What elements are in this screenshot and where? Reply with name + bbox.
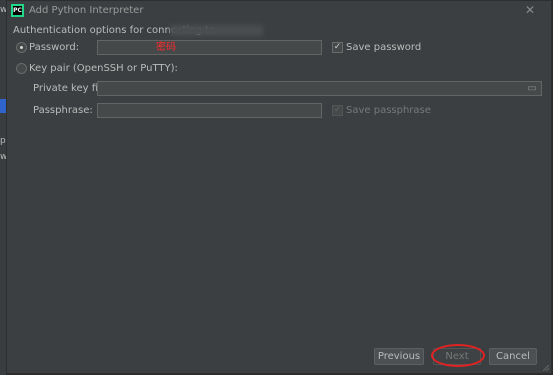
private-key-field[interactable]: ▭	[97, 81, 542, 96]
save-passphrase-label: Save passphrase	[346, 105, 431, 116]
password-field-annotation: 密码	[156, 42, 176, 53]
password-radio[interactable]	[16, 42, 27, 53]
window-title: Add Python Interpreter	[29, 5, 144, 16]
pycharm-icon: PC	[11, 4, 24, 17]
resize-grip-icon[interactable]	[543, 365, 549, 371]
close-icon[interactable]: ✕	[523, 3, 537, 17]
redacted-host	[170, 25, 263, 36]
add-python-interpreter-dialog: PC Add Python Interpreter ✕ Authenticati…	[6, 0, 552, 374]
key-pair-radio[interactable]	[16, 63, 27, 74]
next-button[interactable]: Next	[433, 348, 481, 365]
password-field[interactable]: 密码	[97, 40, 322, 55]
password-label: Password:	[29, 42, 80, 53]
screen: w p w PC Add Python Interpreter ✕ Authen…	[0, 0, 553, 375]
passphrase-field[interactable]	[97, 103, 322, 118]
key-pair-label: Key pair (OpenSSH or PuTTY):	[29, 63, 178, 74]
cancel-button[interactable]: Cancel	[489, 348, 537, 365]
save-password-label: Save password	[346, 42, 422, 53]
passphrase-label: Passphrase:	[33, 105, 93, 116]
folder-icon[interactable]: ▭	[526, 83, 538, 94]
save-password-checkbox[interactable]: ✓	[332, 42, 343, 53]
title-bar[interactable]: PC Add Python Interpreter ✕	[7, 1, 551, 21]
save-passphrase-checkbox[interactable]: ✓	[332, 105, 343, 116]
ide-fragment: p	[0, 136, 6, 146]
previous-button[interactable]: Previous	[374, 348, 424, 365]
